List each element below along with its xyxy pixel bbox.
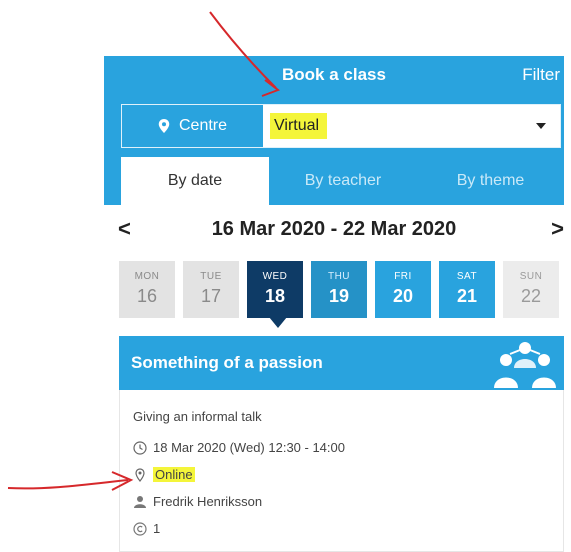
day-sat[interactable]: SAT 21 <box>439 261 495 318</box>
map-pin-icon <box>158 119 170 133</box>
centre-button[interactable]: Centre <box>122 105 262 147</box>
people-group-icon <box>494 342 556 388</box>
day-thu[interactable]: THU 19 <box>311 261 367 318</box>
day-name: WED <box>262 271 288 282</box>
person-icon <box>134 495 146 508</box>
selected-location: Virtual <box>270 113 328 139</box>
day-date: 20 <box>392 286 414 306</box>
day-sun[interactable]: SUN 22 <box>503 261 559 318</box>
day-name: MON <box>134 271 160 282</box>
location-dropdown[interactable]: Virtual <box>263 105 560 147</box>
next-week-button[interactable]: > <box>551 216 564 242</box>
event-theme: Something of a passion <box>131 353 323 372</box>
day-date: 18 <box>264 286 286 306</box>
filter-button[interactable]: Filter <box>522 65 560 85</box>
day-mon[interactable]: MON 16 <box>119 261 175 318</box>
location-selector: Centre Virtual <box>121 104 561 148</box>
day-wed[interactable]: WED 18 <box>247 261 303 318</box>
copyright-circle-icon <box>133 521 147 536</box>
tab-by-teacher[interactable]: By teacher <box>269 157 417 205</box>
map-pin-icon <box>135 467 145 482</box>
event-theme-header[interactable]: Something of a passion <box>119 336 564 390</box>
day-date: 19 <box>328 286 350 306</box>
view-tabs: By date By teacher By theme <box>121 157 564 205</box>
event-teacher-row: Fredrik Henriksson <box>133 494 262 509</box>
selected-day-pointer <box>269 317 287 328</box>
event-location-row: Online <box>133 467 195 482</box>
day-name: FRI <box>394 271 412 282</box>
day-date: 16 <box>136 286 158 306</box>
day-date: 21 <box>456 286 478 306</box>
event-datetime: 18 Mar 2020 (Wed) 12:30 - 14:00 <box>153 440 345 455</box>
clock-icon <box>133 440 147 455</box>
event-count: 1 <box>153 521 161 536</box>
day-name: TUE <box>200 271 222 282</box>
week-navigation: 16 Mar 2020 - 22 Mar 2020 < > <box>104 216 564 244</box>
header: Book a class Filter Centre Virtual By da… <box>104 56 564 205</box>
event-title: Giving an informal talk <box>133 409 262 424</box>
tab-by-theme[interactable]: By theme <box>417 157 564 205</box>
book-a-class-app: Book a class Filter Centre Virtual By da… <box>104 56 564 552</box>
event-location: Online <box>153 467 195 482</box>
event-title-row: Giving an informal talk <box>133 409 262 424</box>
event-card[interactable]: Giving an informal talk 18 Mar 2020 (Wed… <box>119 390 564 552</box>
tab-by-date[interactable]: By date <box>121 157 269 205</box>
day-name: SAT <box>456 271 478 282</box>
day-date: 22 <box>520 286 542 306</box>
chevron-down-icon <box>536 123 546 129</box>
prev-week-button[interactable]: < <box>118 216 131 242</box>
day-name: THU <box>327 271 351 282</box>
event-teacher: Fredrik Henriksson <box>153 494 263 509</box>
page-title: Book a class <box>282 65 386 84</box>
day-tue[interactable]: TUE 17 <box>183 261 239 318</box>
event-time-row: 18 Mar 2020 (Wed) 12:30 - 14:00 <box>133 440 345 455</box>
day-picker: MON 16 TUE 17 WED 18 THU 19 FRI 20 SAT 2… <box>119 261 564 318</box>
week-range: 16 Mar 2020 - 22 Mar 2020 <box>211 218 457 240</box>
event-count-row: 1 <box>133 521 160 536</box>
centre-label: Centre <box>178 117 228 134</box>
day-date: 17 <box>200 286 222 306</box>
day-name: SUN <box>519 271 543 282</box>
day-fri[interactable]: FRI 20 <box>375 261 431 318</box>
